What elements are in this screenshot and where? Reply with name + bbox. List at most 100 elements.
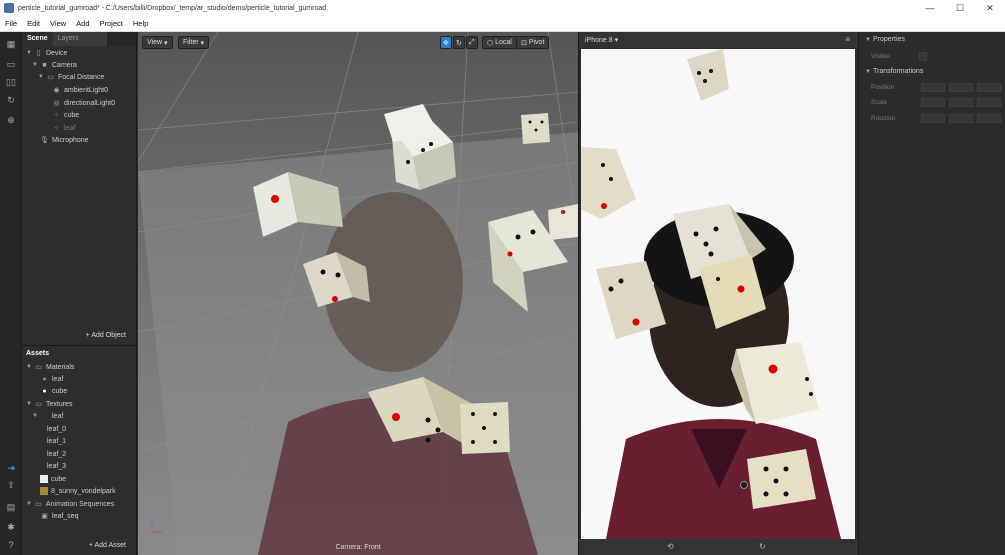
folder-icon: ▭ [35, 401, 42, 408]
dice-cube[interactable] [521, 113, 550, 144]
camera-icon: ■ [42, 61, 47, 69]
filter-dropdown[interactable]: Filter ▾ [178, 36, 210, 49]
asset-texture-leaf-1[interactable]: leaf_1 [47, 435, 66, 447]
refresh-icon[interactable]: ↻ [5, 94, 17, 106]
dice-cube[interactable] [460, 402, 510, 454]
properties-header[interactable]: ▼ Properties [865, 36, 905, 43]
asset-texture-leaf-3[interactable]: leaf_3 [47, 460, 66, 472]
collapse-icon[interactable]: ▼ [865, 69, 873, 75]
collapse-icon[interactable]: ▼ [865, 37, 873, 43]
dice-cube[interactable] [548, 204, 578, 240]
tree-item-microphone[interactable]: 🎙 Microphone [40, 134, 89, 146]
window-titlebar: perticle_tutorial_gumroad* - C:/Users/bi… [0, 0, 1005, 16]
tree-item-ambientlight0[interactable]: ◉ ambientLight0 [52, 84, 108, 96]
columns-icon[interactable]: ▯▯ [5, 76, 17, 88]
layout-icon[interactable]: ▦ [5, 38, 17, 50]
move-icon: ✥ [443, 39, 449, 47]
menu-project[interactable]: Project [95, 19, 128, 28]
minimize-button[interactable]: — [915, 0, 945, 16]
local-toggle[interactable]: ⬡ Local [482, 36, 517, 49]
rotation-x-field[interactable] [921, 114, 945, 123]
menu-add[interactable]: Add [71, 19, 94, 28]
visible-checkbox[interactable] [919, 52, 927, 61]
scene-viewport[interactable]: View ▾ Filter ▾ ✥ ↻ ⤢ ⬡ Local ⊡ Pivot Ca… [138, 32, 578, 555]
zoom-icon[interactable]: ⊕ [5, 114, 17, 126]
rotation-z-field[interactable] [977, 114, 1001, 123]
tree-item-directionallight0[interactable]: ◎ directionalLight0 [52, 97, 115, 109]
asset-texture-envmap[interactable]: 8_sunny_vondelpark [40, 485, 116, 497]
simulator-header: iPhone 8 ▾ ≡ [579, 32, 858, 48]
light-icon: ◉ [53, 87, 60, 94]
tree-item-focal-distance[interactable]: ▼ ▭ Focal Distance [38, 71, 104, 83]
pivot-toggle[interactable]: ⊡ Pivot [516, 36, 550, 49]
asset-texture-sequence-leaf[interactable]: ▼ leaf [32, 410, 63, 422]
upload-icon[interactable]: ⇧ [5, 479, 17, 491]
position-x-field[interactable] [921, 83, 945, 92]
dice-cube[interactable] [747, 449, 816, 509]
collapse-icon[interactable]: ▼ [38, 74, 46, 80]
collapse-icon[interactable]: ▼ [26, 401, 34, 407]
tree-item-materials[interactable]: ▼ ▭ Materials [26, 361, 74, 373]
collapse-icon[interactable]: ▼ [26, 364, 34, 370]
folder-icon: ▭ [35, 501, 42, 508]
rotation-y-field[interactable] [949, 114, 973, 123]
tree-item-device[interactable]: ▼ ▯ Device [26, 47, 67, 59]
asset-animation-leaf-seq[interactable]: ▣ leaf_seq [40, 510, 78, 522]
left-toolbar: ▦ ▭ ▯▯ ↻ ⊕ ⇥ ⇧ ▤ ✱ ? [0, 32, 22, 555]
scale-x-field[interactable] [921, 98, 945, 107]
send-to-device-icon[interactable]: ⇥ [5, 462, 17, 474]
restart-icon[interactable]: ↻ [759, 542, 766, 551]
rotate-device-icon[interactable]: ⟲ [667, 542, 674, 551]
move-tool-button[interactable]: ✥ [440, 36, 452, 49]
film-icon: ▣ [41, 513, 48, 520]
app-icon [4, 3, 14, 13]
scale-tool-button[interactable]: ⤢ [466, 36, 478, 49]
collapse-icon[interactable]: ▼ [26, 501, 34, 507]
view-dropdown[interactable]: View ▾ [142, 36, 173, 49]
asset-texture-leaf-2[interactable]: leaf_2 [47, 448, 66, 460]
viewport-canvas[interactable] [138, 32, 578, 555]
rotate-icon: ↻ [456, 39, 462, 47]
collapse-icon[interactable]: ▼ [32, 62, 40, 68]
tree-item-animation-sequences[interactable]: ▼ ▭ Animation Sequences [26, 498, 114, 510]
menu-help[interactable]: Help [128, 19, 153, 28]
help-icon[interactable]: ? [5, 539, 17, 551]
transformations-header[interactable]: ▼ Transformations [865, 68, 923, 75]
menu-edit[interactable]: Edit [22, 19, 45, 28]
position-y-field[interactable] [949, 83, 973, 92]
asset-texture-cube[interactable]: cube [40, 473, 66, 485]
video-icon[interactable]: ▭ [5, 58, 17, 70]
collapse-icon[interactable]: ▼ [26, 50, 34, 56]
scale-icon: ⤢ [469, 38, 475, 46]
folder-icon: ▭ [35, 364, 42, 371]
simulator-menu-icon[interactable]: ≡ [845, 35, 850, 44]
tab-layers[interactable]: Layers [52, 32, 107, 46]
add-asset-button[interactable]: + Add Asset [89, 542, 126, 549]
collapse-icon[interactable]: ▼ [32, 413, 40, 419]
simulator-panel: iPhone 8 ▾ ≡ ⟲ ↻ [578, 32, 858, 555]
menu-view[interactable]: View [45, 19, 71, 28]
visible-label: Visible [871, 53, 891, 60]
close-button[interactable]: ✕ [975, 0, 1005, 16]
library-icon[interactable]: ▤ [5, 501, 17, 513]
device-selector[interactable]: iPhone 8 ▾ [585, 36, 618, 44]
rotate-tool-button[interactable]: ↻ [453, 36, 465, 49]
asset-material-leaf[interactable]: ● leaf [40, 373, 63, 385]
tree-item-cube[interactable]: ⁘ cube [52, 109, 80, 121]
bug-icon[interactable]: ✱ [5, 521, 17, 533]
position-z-field[interactable] [977, 83, 1001, 92]
asset-material-cube[interactable]: ● cube [40, 385, 67, 397]
menu-file[interactable]: File [0, 19, 22, 28]
tree-item-camera[interactable]: ▼ ■ Camera [32, 59, 77, 71]
maximize-button[interactable]: ☐ [945, 0, 975, 16]
scale-y-field[interactable] [949, 98, 973, 107]
asset-texture-leaf-0[interactable]: leaf_0 [47, 423, 66, 435]
scale-z-field[interactable] [977, 98, 1001, 107]
add-object-button[interactable]: + Add Object [86, 332, 126, 339]
simulator-screen[interactable] [581, 49, 855, 539]
chevron-down-icon: ▾ [164, 39, 168, 47]
tree-item-leaf[interactable]: ⁘ leaf [52, 122, 76, 134]
tab-scene[interactable]: Scene [22, 32, 53, 46]
scale-label: Scale [871, 99, 888, 106]
tree-item-textures[interactable]: ▼ ▭ Textures [26, 398, 72, 410]
